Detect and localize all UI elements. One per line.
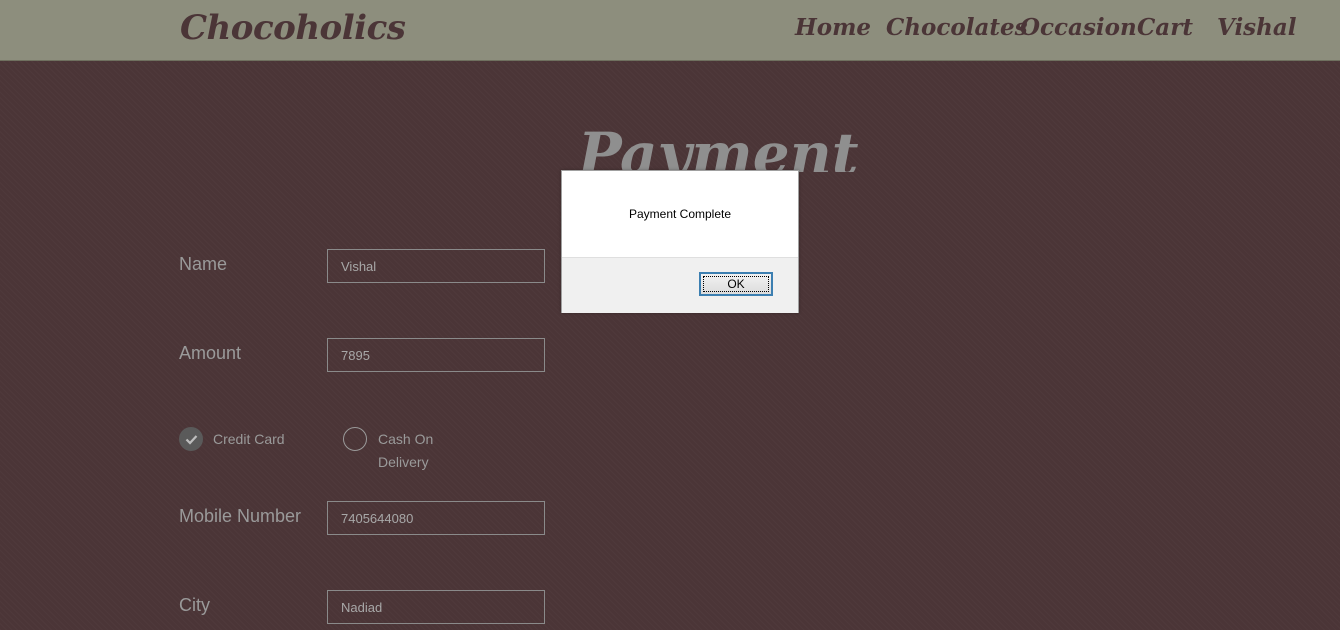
top-navbar: Chocoholics Home Chocolates Occasion Car… — [0, 0, 1340, 61]
amount-field[interactable] — [327, 338, 545, 372]
nav-item-occasion[interactable]: Occasion — [1020, 14, 1137, 41]
checkmark-icon — [185, 435, 198, 445]
brand-logo[interactable]: Chocoholics — [180, 8, 406, 48]
name-field[interactable] — [327, 249, 545, 283]
mobile-number-field[interactable] — [327, 501, 545, 535]
city-label: City — [179, 595, 210, 615]
amount-label: Amount — [179, 343, 242, 363]
page-title: Payment — [578, 120, 859, 172]
city-field[interactable] — [327, 590, 545, 624]
cash-on-delivery-radio[interactable] — [343, 427, 367, 451]
dialog-message: Payment Complete — [628, 207, 732, 221]
dialog-footer: OK — [562, 257, 798, 313]
nav-item-home[interactable]: Home — [795, 14, 871, 41]
credit-card-radio[interactable] — [179, 427, 203, 451]
name-label: Name — [179, 254, 228, 274]
cash-on-delivery-label[interactable]: Cash On Delivery — [378, 428, 448, 474]
alert-dialog: Payment Complete OK — [561, 170, 799, 313]
nav-item-user[interactable]: Vishal — [1217, 14, 1297, 41]
mobile-number-label: Mobile Number — [179, 506, 302, 526]
nav-item-cart[interactable]: Cart — [1137, 14, 1193, 41]
nav-item-chocolates[interactable]: Chocolates — [886, 14, 1028, 41]
ok-button[interactable]: OK — [699, 272, 773, 296]
credit-card-label[interactable]: Credit Card — [213, 428, 285, 451]
